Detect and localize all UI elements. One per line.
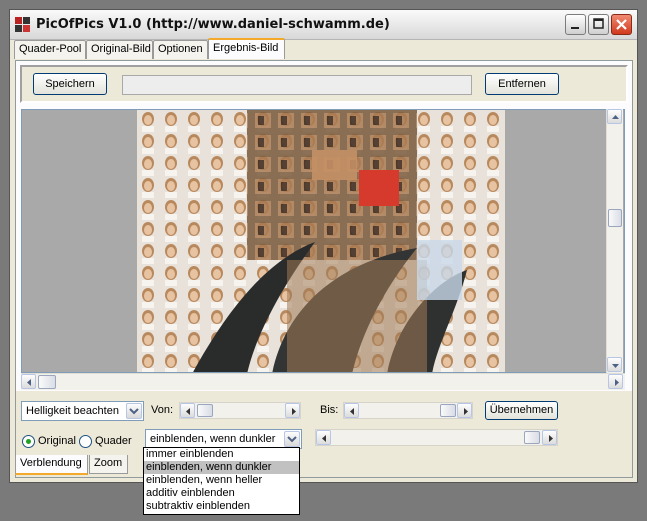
result-panel: Speichern Entfernen Helligkeit beachten … xyxy=(15,60,633,478)
mosaic-picture xyxy=(137,110,505,372)
close-icon xyxy=(616,19,627,30)
von-right-icon[interactable] xyxy=(285,403,300,418)
vertical-scroll-thumb[interactable] xyxy=(608,209,622,227)
blend-select-value: einblenden, wenn dunkler xyxy=(150,433,276,445)
title-bar[interactable]: PicOfPics V1.0 (http://www.daniel-schwam… xyxy=(10,10,637,40)
scroll-up-icon[interactable] xyxy=(607,109,622,124)
blend-option[interactable]: immer einblenden xyxy=(144,448,299,461)
mode-select-value: Helligkeit beachten xyxy=(26,405,119,417)
minimize-button[interactable] xyxy=(565,14,586,35)
horizontal-scroll-thumb[interactable] xyxy=(38,375,56,389)
app-window: PicOfPics V1.0 (http://www.daniel-schwam… xyxy=(9,9,638,483)
blend-slider-thumb[interactable] xyxy=(524,431,540,444)
blend-option-selected[interactable]: einblenden, wenn dunkler xyxy=(144,461,299,474)
progress-bar xyxy=(122,75,472,95)
bis-left-icon[interactable] xyxy=(344,403,359,418)
save-button[interactable]: Speichern xyxy=(33,73,107,95)
tab-zoom[interactable]: Zoom xyxy=(89,455,128,474)
bis-slider-thumb[interactable] xyxy=(440,404,456,417)
maximize-icon xyxy=(593,18,604,29)
vertical-scrollbar[interactable] xyxy=(606,109,623,373)
minimize-icon xyxy=(571,27,579,29)
image-viewport[interactable] xyxy=(21,109,625,373)
radio-quader[interactable] xyxy=(79,435,92,448)
bis-right-icon[interactable] xyxy=(457,403,472,418)
remove-button[interactable]: Entfernen xyxy=(485,73,559,95)
radio-original[interactable] xyxy=(22,435,35,448)
tab-quader-pool[interactable]: Quader-Pool xyxy=(14,40,86,59)
apply-button[interactable]: Übernehmen xyxy=(485,401,558,420)
blend-option[interactable]: additiv einblenden xyxy=(144,487,299,500)
von-slider-thumb[interactable] xyxy=(197,404,213,417)
blend-left-icon[interactable] xyxy=(316,430,331,445)
blend-select[interactable]: einblenden, wenn dunkler xyxy=(145,429,302,449)
blend-option[interactable]: einblenden, wenn heller xyxy=(144,474,299,487)
mosaic-image xyxy=(137,110,505,372)
app-icon xyxy=(15,17,30,32)
bis-slider[interactable] xyxy=(343,402,473,419)
chevron-down-icon[interactable] xyxy=(126,403,142,419)
mode-select[interactable]: Helligkeit beachten xyxy=(21,401,144,421)
window-title: PicOfPics V1.0 (http://www.daniel-schwam… xyxy=(36,17,390,32)
scroll-down-icon[interactable] xyxy=(607,357,622,372)
horizontal-scrollbar[interactable] xyxy=(21,373,625,390)
tab-original-bild[interactable]: Original-Bild xyxy=(86,40,153,59)
blend-right-icon[interactable] xyxy=(542,430,557,445)
von-left-icon[interactable] xyxy=(180,403,195,418)
von-slider[interactable] xyxy=(179,402,301,419)
close-button[interactable] xyxy=(611,14,632,35)
bis-label: Bis: xyxy=(320,404,339,416)
blend-slider[interactable] xyxy=(315,429,558,446)
blend-options-list[interactable]: immer einblenden einblenden, wenn dunkle… xyxy=(143,447,300,515)
toolbar: Speichern Entfernen xyxy=(20,65,628,103)
tab-ergebnis-bild[interactable]: Ergebnis-Bild xyxy=(208,38,285,59)
radio-original-label: Original xyxy=(38,435,76,447)
tab-verblendung[interactable]: Verblendung xyxy=(15,455,88,475)
tab-optionen[interactable]: Optionen xyxy=(153,40,208,59)
radio-quader-label: Quader xyxy=(95,435,132,447)
chevron-down-icon[interactable] xyxy=(284,431,300,447)
scroll-right-icon[interactable] xyxy=(608,374,623,389)
von-label: Von: xyxy=(151,404,174,416)
maximize-button[interactable] xyxy=(588,14,609,35)
scroll-left-icon[interactable] xyxy=(21,374,36,389)
blend-option[interactable]: subtraktiv einblenden xyxy=(144,500,299,513)
